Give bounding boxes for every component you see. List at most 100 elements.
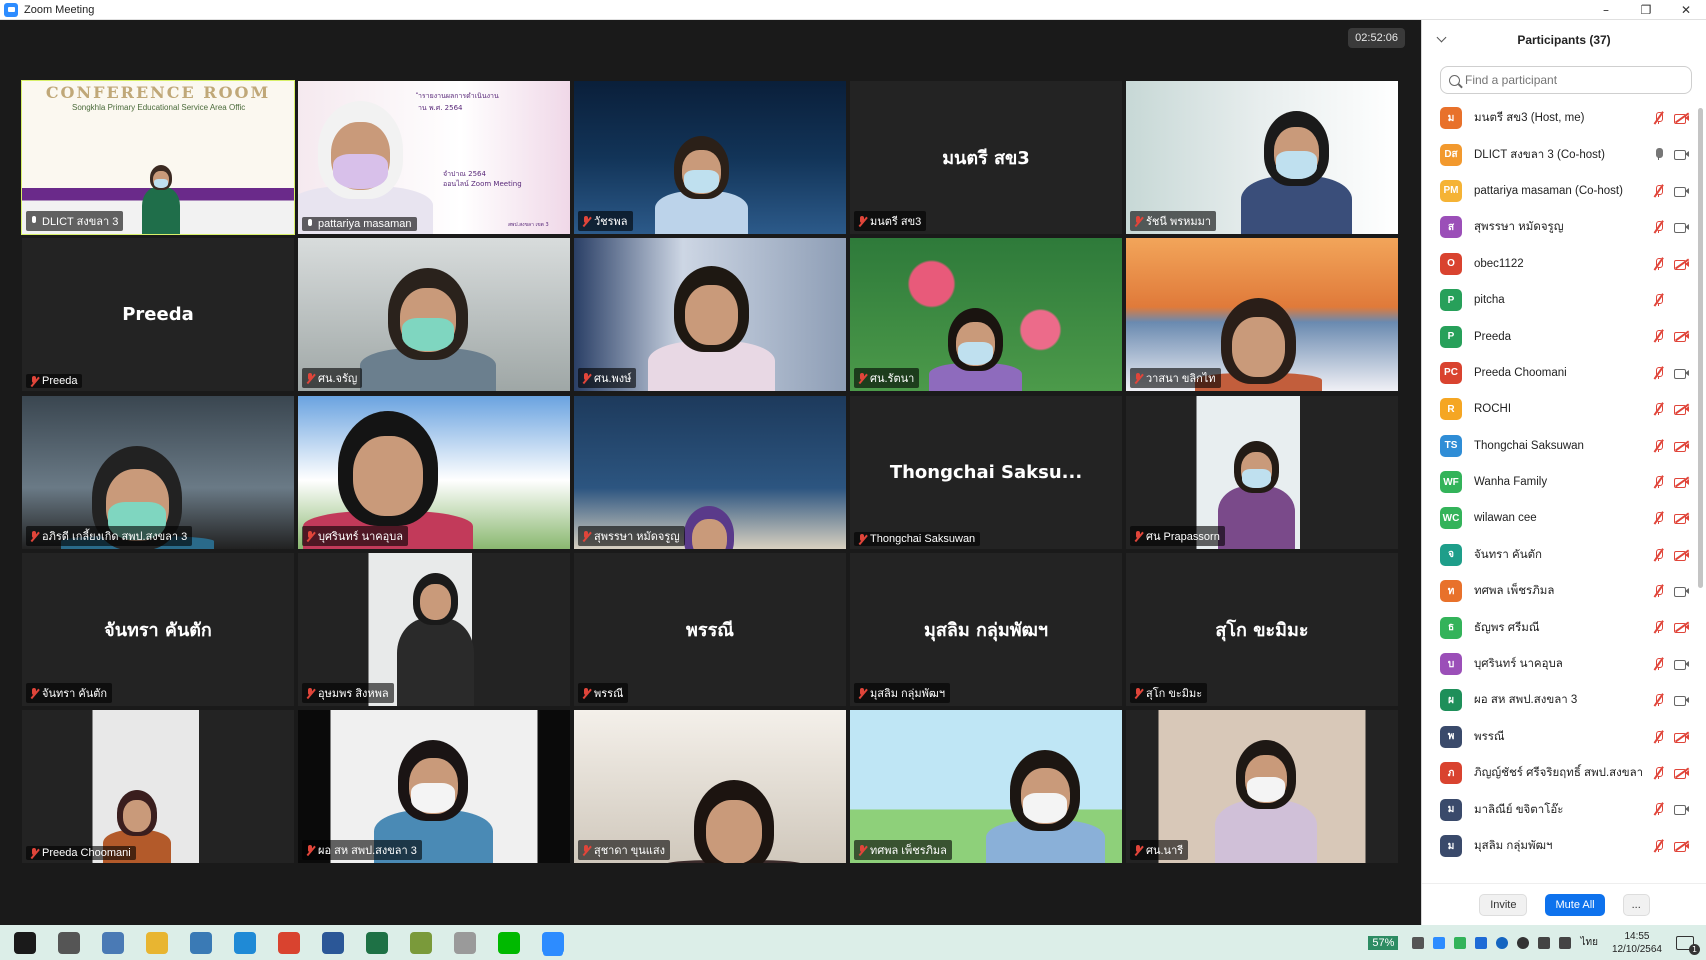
participant-row[interactable]: ท ทศพล เพ็ชรภิมล [1422,573,1706,609]
line-tray-icon[interactable] [1454,936,1467,949]
video-off-icon[interactable] [1674,112,1689,124]
chrome-icon[interactable] [278,931,300,954]
video-off-icon[interactable] [1674,621,1689,634]
muted-microphone-icon[interactable] [1652,766,1664,780]
microphone-icon[interactable] [1652,147,1664,161]
muted-microphone-icon[interactable] [1652,547,1664,562]
photos-icon[interactable] [190,931,212,954]
participant-row[interactable]: PC Preeda Choomani [1422,355,1706,391]
participant-row[interactable]: ม มุสลิม กลุ่มพัฒฯ [1422,828,1706,864]
video-tile[interactable]: มนตรี สข3 มนตรี สข3 [850,81,1122,234]
video-off-icon[interactable] [1674,258,1689,270]
video-camera-icon[interactable] [1674,803,1689,816]
participant-row[interactable]: ธ ธัญพร ศรีมณี [1422,609,1706,645]
video-tile[interactable]: ศน.รัตนา [850,238,1122,391]
minimize-button[interactable]: – [1586,0,1626,20]
video-tile[interactable]: พรรณี พรรณี [574,553,846,706]
video-tile[interactable]: วัชรพล [574,81,846,234]
video-camera-icon[interactable] [1674,185,1689,197]
video-tile[interactable]: บุศรินทร์ นาคอุบล [298,396,570,549]
participant-row[interactable]: ส สุพรรษา หมัดจรูญ [1422,209,1706,245]
participant-row[interactable]: WF Wanha Family [1422,464,1706,500]
participant-row[interactable]: P Preeda [1422,318,1706,354]
language-indicator[interactable]: ไทย [1580,935,1597,950]
muted-microphone-icon[interactable] [1652,256,1664,271]
muted-microphone-icon[interactable] [1652,802,1664,816]
video-tile[interactable]: สุพรรษา หมัดจรูญ [574,396,846,549]
muted-microphone-icon[interactable] [1652,620,1664,634]
zoom-tray-icon[interactable] [1433,936,1446,949]
video-off-icon[interactable] [1674,330,1689,343]
start-icon[interactable] [14,931,36,954]
muted-microphone-icon[interactable] [1652,293,1664,307]
muted-microphone-icon[interactable] [1652,329,1664,343]
search-input[interactable] [1465,73,1685,87]
close-button[interactable]: ✕ [1666,0,1706,20]
muted-microphone-icon[interactable] [1652,438,1664,453]
muted-microphone-icon[interactable] [1652,402,1664,416]
video-tile[interactable]: ศน.จรัญ [298,238,570,391]
wifi-icon[interactable] [1538,936,1551,949]
clock[interactable]: 14:55 12/10/2564 [1612,930,1662,956]
video-off-icon[interactable] [1674,840,1689,852]
participant-search[interactable] [1440,66,1692,94]
battery-indicator[interactable]: 57% [1368,935,1399,950]
muted-microphone-icon[interactable] [1652,365,1664,380]
video-tile[interactable]: ผอ สห สพป.สงขลา 3 [298,710,570,863]
defender-icon[interactable] [1517,936,1530,949]
video-camera-icon[interactable] [1674,221,1689,234]
video-off-icon[interactable] [1674,512,1689,525]
video-off-icon[interactable] [1674,476,1689,488]
restore-button[interactable]: ❐ [1626,0,1666,20]
video-tile[interactable]: CONFERENCE ROOM Songkhla Primary Educatio… [21,80,295,235]
more-options-button[interactable]: ... [1622,893,1650,916]
muted-microphone-icon[interactable] [1652,475,1664,489]
participant-row[interactable]: บ บุศรินทร์ นาคอุบล [1422,646,1706,682]
onedrive-icon[interactable] [1475,936,1488,949]
participant-row[interactable]: R ROCHI [1422,391,1706,427]
muted-microphone-icon[interactable] [1652,584,1664,598]
muted-microphone-icon[interactable] [1652,511,1664,525]
participant-row[interactable]: Dส DLICT สงขลา 3 (Co-host) [1422,136,1706,172]
muted-microphone-icon[interactable] [1652,183,1664,198]
edge-icon[interactable] [234,931,256,954]
video-camera-icon[interactable] [1674,148,1689,161]
bluetooth-icon[interactable] [1496,936,1509,949]
video-camera-icon[interactable] [1674,658,1689,670]
video-tile[interactable]: สุชาดา ขุนแสง [574,710,846,863]
participant-row[interactable]: PM pattariya masaman (Co-host) [1422,173,1706,209]
muted-microphone-icon[interactable] [1652,729,1664,744]
muted-microphone-icon[interactable] [1652,220,1664,234]
notepad-icon[interactable] [410,931,432,954]
participant-row[interactable]: Ppitcha [1422,282,1706,318]
settings-icon[interactable] [58,931,80,954]
video-tile[interactable]: ำรายงานผลการดำเนินงาน าน พ.ศ. 2564 จำปาณ 2… [298,81,570,234]
video-tile[interactable]: มุสลิม กลุ่มพัฒฯ มุสลิม กลุ่มพัฒฯ [850,553,1122,706]
video-off-icon[interactable] [1674,767,1689,780]
video-tile[interactable]: จันทรา คันตัก จันทรา คันตัก [22,553,294,706]
video-off-icon[interactable] [1674,731,1689,743]
video-tile[interactable]: Thongchai Saksu... Thongchai Saksuwan [850,396,1122,549]
collapse-chevron-icon[interactable] [1436,32,1447,43]
participant-row[interactable]: WC wilawan cee [1422,500,1706,536]
invite-button[interactable]: Invite [1479,893,1528,916]
video-off-icon[interactable] [1674,403,1689,416]
excel-icon[interactable] [366,931,388,954]
video-tile[interactable]: วาสนา ขลิกไท [1126,238,1398,391]
video-camera-icon[interactable] [1674,585,1689,598]
video-off-icon[interactable] [1674,440,1689,452]
video-tile[interactable]: ทศพล เพ็ชรภิมล [850,710,1122,863]
muted-microphone-icon[interactable] [1652,111,1664,125]
participant-row[interactable]: ม มนตรี สข3 (Host, me) [1422,100,1706,136]
zoom-icon[interactable] [542,931,564,954]
word-icon[interactable] [322,931,344,954]
video-tile[interactable]: อภิรดี เกลี้ยงเกิด สพป.สงขลา 3 [22,396,294,549]
video-tile[interactable]: อุษมพร สิงหพล [298,553,570,706]
video-tile[interactable]: Preeda Preeda [22,238,294,391]
app-icon[interactable] [454,931,476,954]
participant-row[interactable]: จ จันทรา คันตัก [1422,537,1706,573]
store-icon[interactable] [102,931,124,954]
video-tile[interactable]: สุโก ขะมิมะ สุโก ขะมิมะ [1126,553,1398,706]
line-icon[interactable] [498,931,520,954]
participant-row[interactable]: ภ ภิญญ์ชัชร์ ศรีจริยฤทธิ์ สพป.สงขลา เขต..… [1422,755,1706,791]
